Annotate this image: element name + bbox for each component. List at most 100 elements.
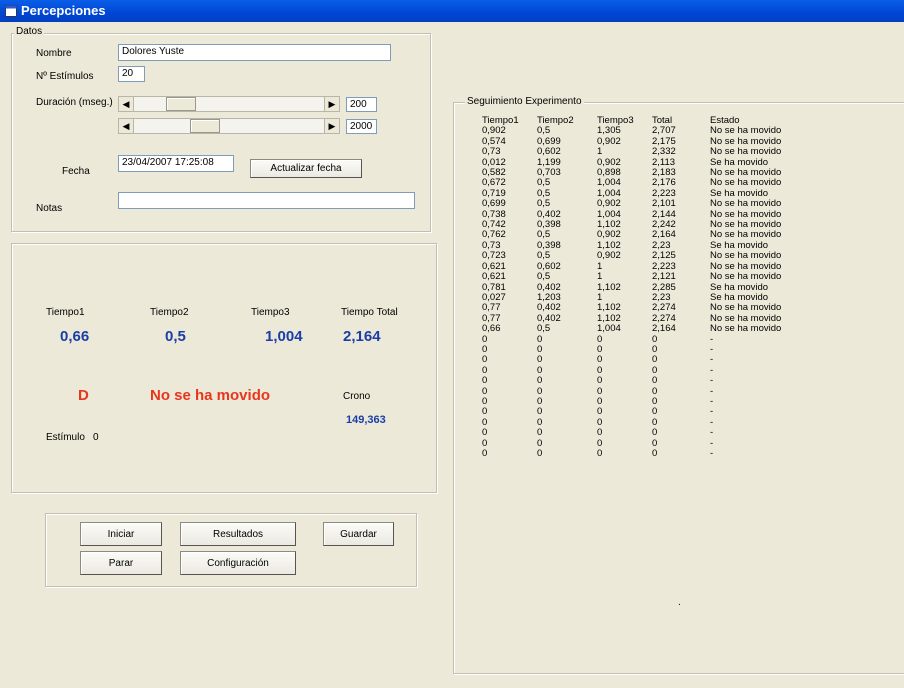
table-cell: - — [710, 427, 714, 439]
crono-label: Crono — [343, 391, 371, 402]
table-cell: 0,902 — [597, 250, 621, 262]
table-cell: 0 — [652, 406, 658, 418]
table-cell: - — [710, 343, 714, 355]
table-row: 0 0 0 0 - — [480, 375, 810, 387]
table-cell: 0 — [597, 354, 603, 366]
table-cell: 0 — [597, 343, 603, 355]
table-cell: 0 — [537, 406, 543, 418]
table-cell: No se ha movido — [710, 323, 782, 335]
tiempo1-value: 0,66 — [60, 328, 90, 345]
slider-thumb[interactable] — [190, 119, 220, 133]
table-cell: 0 — [652, 354, 658, 366]
table-cell: 0 — [652, 416, 658, 428]
tiempo3-label: Tiempo3 — [251, 307, 290, 318]
table-cell: 0 — [597, 364, 603, 376]
actualizar-fecha-button[interactable]: Actualizar fecha — [250, 159, 362, 178]
table-cell: 1 — [597, 271, 603, 283]
table-row: 0 0 0 0 - — [480, 448, 810, 459]
scroll-left-arrow-icon[interactable]: ◀ — [119, 119, 134, 133]
scroll-right-arrow-icon[interactable]: ▶ — [324, 97, 339, 111]
table-cell: 0 — [652, 343, 658, 355]
display-group — [11, 243, 437, 493]
estimulos-input[interactable]: 20 — [118, 66, 145, 82]
table-cell: 0 — [482, 343, 488, 355]
table-cell: - — [710, 406, 714, 418]
table-cell: 0 — [597, 385, 603, 397]
nombre-input[interactable]: Dolores Yuste — [118, 44, 391, 61]
table-cell: - — [710, 333, 714, 345]
table-cell: 0 — [597, 437, 603, 449]
table-cell: 0 — [537, 375, 543, 387]
table-row: 0 0 0 0 - — [480, 354, 810, 366]
tiempo-total-label: Tiempo Total — [341, 307, 398, 318]
table-row: 0,621 0,5 1 2,121 No se ha movido — [480, 271, 810, 283]
table-cell: 0 — [482, 395, 488, 407]
guardar-button[interactable]: Guardar — [323, 522, 394, 546]
table-cell: 0,66 — [482, 323, 501, 335]
table-row: 0,66 0,5 1,004 2,164 No se ha movido — [480, 323, 810, 335]
duracion-slider-1[interactable]: ◀ ▶ — [118, 96, 340, 112]
table-cell: 1 — [597, 260, 603, 272]
table-cell: 0 — [597, 406, 603, 418]
table-cell: 0 — [482, 427, 488, 439]
table-cell: - — [710, 375, 714, 387]
table-cell: 0,5 — [537, 271, 551, 283]
crono-value: 149,363 — [346, 414, 386, 426]
fecha-label: Fecha — [62, 166, 90, 177]
table-cell: 0 — [537, 364, 543, 376]
notas-label: Notas — [36, 203, 63, 214]
table-cell: 0 — [537, 354, 543, 366]
estado-text: No se ha movido — [150, 387, 271, 404]
table-cell: 2,164 — [652, 323, 676, 335]
resultados-button[interactable]: Resultados — [180, 522, 296, 546]
duracion-slider-2[interactable]: ◀ ▶ — [118, 118, 340, 134]
fecha-input[interactable]: 23/04/2007 17:25:08 — [118, 155, 234, 172]
table-row: 0 0 0 0 - — [480, 406, 810, 418]
table-cell: 0,621 — [482, 271, 506, 283]
table-cell: 2,121 — [652, 271, 676, 283]
table-cell: No se ha movido — [710, 271, 782, 283]
duracion-value-2[interactable]: 2000 — [346, 119, 377, 134]
tiempo3-value: 1,004 — [265, 328, 303, 345]
notas-input[interactable] — [118, 192, 415, 209]
title-bar[interactable]: Percepciones — [0, 0, 904, 22]
table-row: 0 0 0 0 - — [480, 385, 810, 397]
configuracion-button[interactable]: Configuración — [180, 551, 296, 575]
table-cell: 0 — [482, 354, 488, 366]
table-cell: 0 — [597, 333, 603, 345]
table-cell: 0 — [537, 343, 543, 355]
table-cell: 0 — [537, 448, 543, 459]
table-cell: 0 — [537, 427, 543, 439]
table-cell: 0 — [482, 364, 488, 376]
app-window: Percepciones Datos Nombre Dolores Yuste … — [0, 0, 904, 688]
slider-thumb[interactable] — [166, 97, 196, 111]
duracion-value-1[interactable]: 200 — [346, 97, 377, 112]
nombre-label: Nombre — [36, 48, 72, 59]
app-icon — [5, 5, 17, 17]
table-cell: 0 — [652, 437, 658, 449]
iniciar-button[interactable]: Iniciar — [80, 522, 162, 546]
table-cell: 0 — [652, 395, 658, 407]
table-row: 0 0 0 0 - — [480, 333, 810, 345]
table-cell: 0 — [482, 406, 488, 418]
seguimiento-legend: Seguimiento Experimento — [465, 96, 584, 108]
tiempo2-label: Tiempo2 — [150, 307, 189, 318]
table-cell: 0 — [652, 427, 658, 439]
table-cell: 0 — [482, 416, 488, 428]
table-cell: - — [710, 448, 714, 459]
table-cell: - — [710, 395, 714, 407]
scroll-left-arrow-icon[interactable]: ◀ — [119, 97, 134, 111]
table-row: 0 0 0 0 - — [480, 343, 810, 355]
table-cell: 0,5 — [537, 323, 551, 335]
table-cell: 0 — [482, 333, 488, 345]
table-cell: 1,004 — [597, 323, 621, 335]
parar-button[interactable]: Parar — [80, 551, 162, 575]
window-title: Percepciones — [21, 3, 106, 18]
table-cell: - — [710, 416, 714, 428]
scroll-right-arrow-icon[interactable]: ▶ — [324, 119, 339, 133]
table-cell: 0 — [537, 385, 543, 397]
estimulo-value: 0 — [93, 432, 99, 443]
tiempo1-label: Tiempo1 — [46, 307, 85, 318]
table-cell: 0 — [597, 416, 603, 428]
trailing-mark: . — [678, 597, 681, 608]
